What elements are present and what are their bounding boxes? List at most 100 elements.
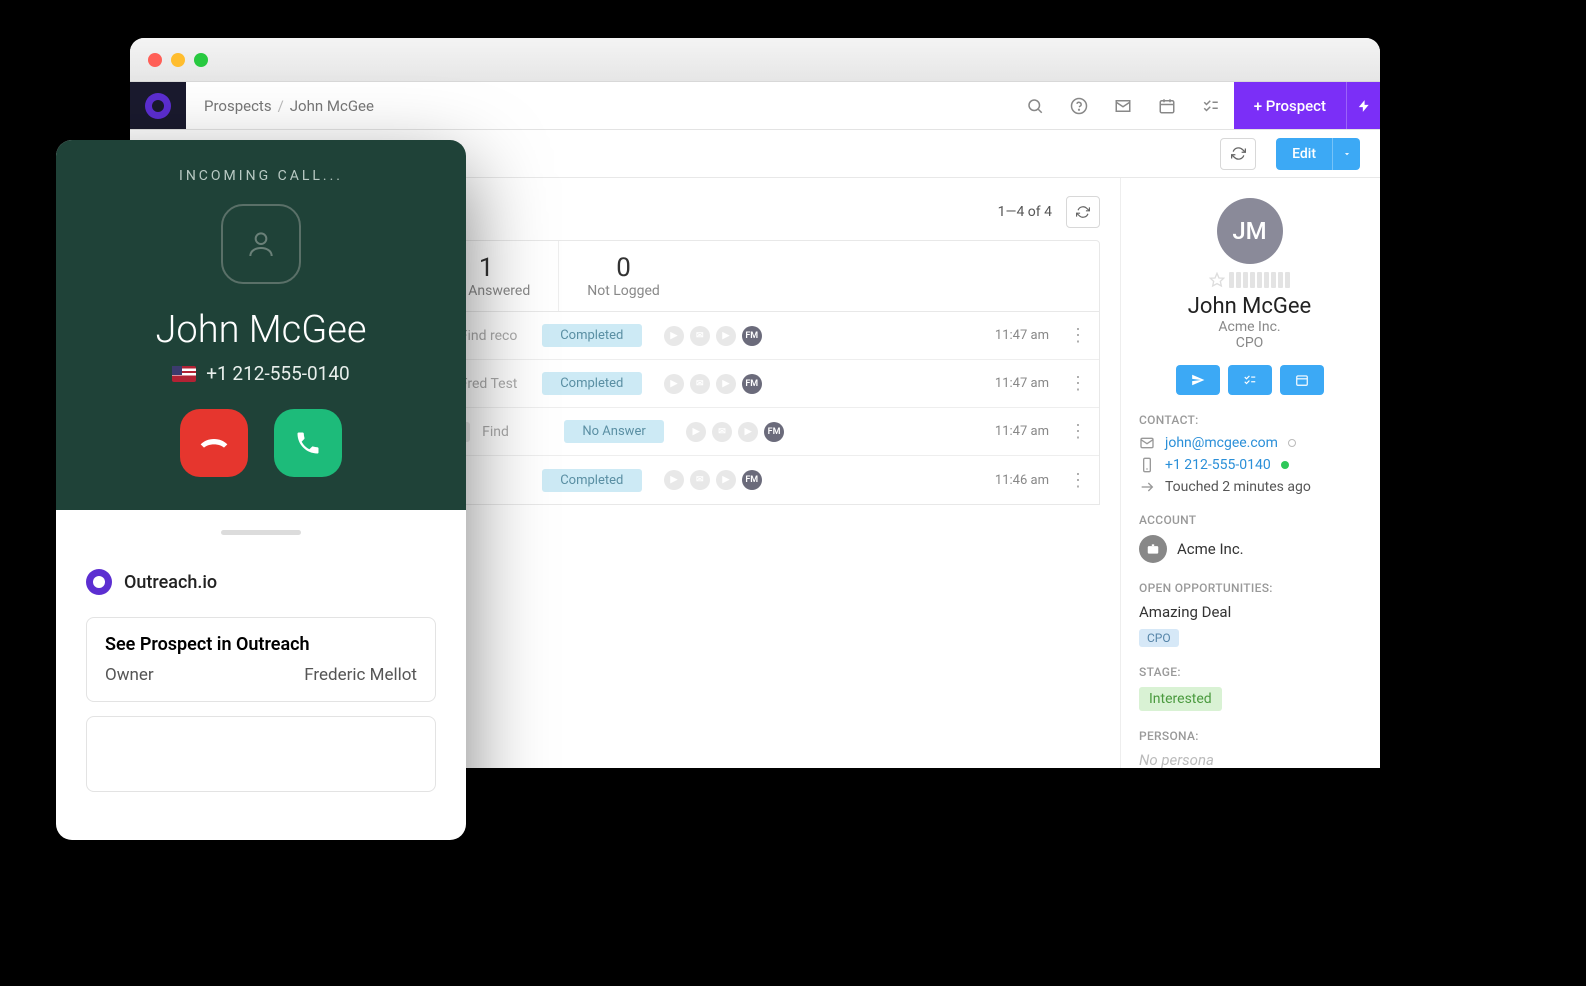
quick-action-button[interactable] (1346, 82, 1380, 129)
row-action-icons: ▶ ✉ ▶ FM (664, 326, 762, 346)
call-action-buttons (56, 409, 466, 477)
user-badge: FM (742, 326, 762, 346)
drag-handle[interactable] (221, 530, 301, 535)
call-note: Find reco (460, 328, 530, 344)
briefcase-icon (1139, 535, 1167, 563)
pager-refresh-button[interactable] (1066, 196, 1100, 228)
mail-icon[interactable] (1114, 97, 1132, 115)
prospect-detail-panel: JM John McGee Acme Inc. CPO CONTACT: joh… (1120, 178, 1380, 768)
opportunity-name[interactable]: Amazing Deal (1139, 603, 1360, 621)
sequence-button[interactable] (1228, 365, 1272, 395)
contact-touched-line: Touched 2 minutes ago (1139, 479, 1360, 495)
call-time: 11:46 am (995, 473, 1057, 488)
call-time: 11:47 am (995, 328, 1057, 343)
help-icon[interactable] (1070, 97, 1088, 115)
add-prospect-button[interactable]: + Prospect (1234, 82, 1346, 129)
prospect-title: CPO (1139, 335, 1360, 351)
mail-icon[interactable]: ✉ (690, 470, 710, 490)
prospect-info-card[interactable]: See Prospect in Outreach Owner Frederic … (86, 617, 436, 702)
call-panel: INCOMING CALL... John McGee +1 212-555-0… (56, 140, 466, 510)
stat-label: Not Logged (587, 283, 660, 299)
edit-dropdown-button[interactable] (1332, 138, 1360, 170)
call-time: 11:47 am (995, 376, 1057, 391)
row-action-icons: ▶ ✉ ▶ FM (686, 422, 784, 442)
play-icon[interactable]: ▶ (664, 326, 684, 346)
mail-icon[interactable]: ✉ (712, 422, 732, 442)
breadcrumb: Prospects / John McGee (186, 82, 1026, 129)
call-time: 11:47 am (995, 424, 1057, 439)
contact-section: CONTACT: john@mcgee.com +1 212-555-0140 … (1139, 413, 1360, 495)
call-disposition: Completed (542, 469, 642, 492)
persona-value: No persona (1139, 751, 1360, 768)
play-icon[interactable]: ▶ (664, 374, 684, 394)
mail-icon (1139, 435, 1155, 451)
star-icon[interactable] (1209, 272, 1225, 288)
next-icon[interactable]: ▶ (716, 326, 736, 346)
owner-label: Owner (105, 665, 154, 685)
caller-number-row: +1 212-555-0140 (56, 362, 466, 385)
phone-status-icon (1281, 461, 1289, 469)
outreach-logo-icon (145, 93, 171, 119)
calendar-icon[interactable] (1158, 97, 1176, 115)
caller-name: John McGee (56, 308, 466, 352)
open-opp-label: OPEN OPPORTUNITIES: (1139, 581, 1360, 595)
breadcrumb-current: John McGee (290, 97, 374, 115)
contact-label: CONTACT: (1139, 413, 1360, 427)
pager-text: 1—4 of 4 (998, 204, 1052, 220)
mail-icon[interactable]: ✉ (690, 374, 710, 394)
topbar-actions (1026, 82, 1234, 129)
avatar: JM (1217, 198, 1283, 264)
tasks-icon[interactable] (1202, 97, 1220, 115)
topbar: Prospects / John McGee + Prospect (130, 82, 1380, 130)
accept-call-button[interactable] (274, 409, 342, 477)
edit-button[interactable]: Edit (1276, 138, 1332, 170)
maximize-window-button[interactable] (194, 53, 208, 67)
account-label: ACCOUNT (1139, 513, 1360, 527)
next-icon[interactable]: ▶ (716, 470, 736, 490)
empty-card (86, 716, 436, 792)
stage-value: Interested (1139, 687, 1222, 711)
decline-call-button[interactable] (180, 409, 248, 477)
person-icon (245, 228, 277, 260)
user-badge: FM (742, 374, 762, 394)
phone-icon (294, 429, 322, 457)
stage-section: STAGE: Interested (1139, 665, 1360, 711)
play-icon[interactable]: ▶ (686, 422, 706, 442)
more-menu-icon[interactable]: ⋮ (1069, 325, 1087, 346)
schedule-button[interactable] (1280, 365, 1324, 395)
next-icon[interactable]: ▶ (738, 422, 758, 442)
opportunity-tag: CPO (1139, 629, 1179, 647)
send-button[interactable] (1176, 365, 1220, 395)
window-titlebar (130, 38, 1380, 82)
call-disposition: Completed (542, 372, 642, 395)
refresh-button[interactable] (1220, 138, 1256, 170)
more-menu-icon[interactable]: ⋮ (1069, 373, 1087, 394)
more-menu-icon[interactable]: ⋮ (1069, 421, 1087, 442)
row-action-icons: ▶ ✉ ▶ FM (664, 374, 762, 394)
call-note: Fred Test (460, 376, 530, 392)
next-icon[interactable]: ▶ (716, 374, 736, 394)
prospect-company: Acme Inc. (1139, 319, 1360, 335)
engagement-bars (1229, 272, 1290, 288)
outreach-logo-icon (86, 569, 112, 595)
close-window-button[interactable] (148, 53, 162, 67)
play-icon[interactable]: ▶ (664, 470, 684, 490)
more-menu-icon[interactable]: ⋮ (1069, 470, 1087, 491)
account-name: Acme Inc. (1177, 540, 1244, 558)
email-link[interactable]: john@mcgee.com (1165, 435, 1278, 451)
outreach-title: Outreach.io (124, 572, 217, 593)
call-disposition: Completed (542, 324, 642, 347)
touched-text: Touched 2 minutes ago (1165, 479, 1311, 495)
breadcrumb-section[interactable]: Prospects (204, 97, 272, 115)
mail-icon[interactable]: ✉ (690, 326, 710, 346)
account-section: ACCOUNT Acme Inc. (1139, 513, 1360, 563)
phone-icon (1139, 457, 1155, 473)
minimize-window-button[interactable] (171, 53, 185, 67)
persona-label: PERSONA: (1139, 729, 1360, 743)
account-line[interactable]: Acme Inc. (1139, 535, 1360, 563)
search-icon[interactable] (1026, 97, 1044, 115)
caller-avatar (221, 204, 301, 284)
opportunities-section: OPEN OPPORTUNITIES: Amazing Deal CPO (1139, 581, 1360, 647)
phone-link[interactable]: +1 212-555-0140 (1165, 457, 1271, 473)
app-logo-sidebar[interactable] (130, 82, 186, 129)
